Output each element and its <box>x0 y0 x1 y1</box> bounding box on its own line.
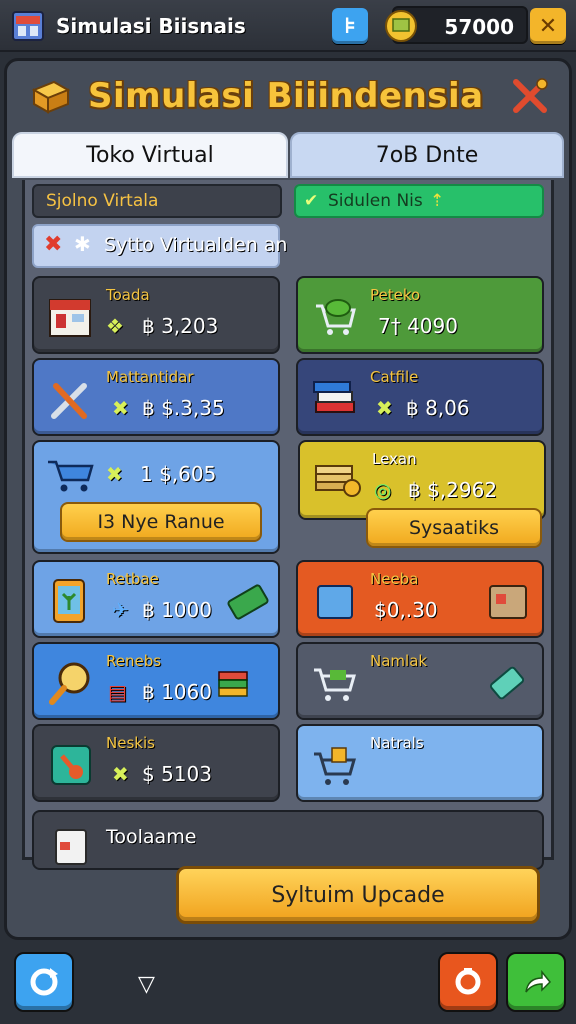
joystick-icon <box>51 745 91 785</box>
card-glyph: ❖ <box>106 314 124 338</box>
card-glyph: ✖ <box>376 396 393 420</box>
crossed-tools-icon[interactable] <box>508 74 552 118</box>
card-glyph: ✖ <box>112 396 129 420</box>
banner-title: Simulasi Biiindensia <box>88 76 484 116</box>
share-arrow-icon <box>525 969 552 993</box>
subheader-right[interactable]: ✔ Sidulen Nis ⇡ <box>294 184 544 218</box>
check-icon: ✔ <box>304 191 319 211</box>
tab-second[interactable]: 7oB Dnte <box>290 132 564 178</box>
shop-front-icon <box>49 299 91 337</box>
tab-label: Toko Virtual <box>86 142 214 168</box>
card-value: ฿ 1060 <box>142 680 212 704</box>
card-label: Natrals <box>370 734 424 752</box>
card-namlak[interactable]: Namlak <box>296 642 544 720</box>
subheader-left[interactable]: Sjolno Virtala <box>32 184 282 218</box>
arrow-up-icon: ⇡ <box>430 191 445 211</box>
blue-square-icon: ⊧ <box>344 13 356 39</box>
card-glyph: ✖ <box>112 762 129 786</box>
cash-box-icon <box>31 80 71 114</box>
close-icon: ✕ <box>538 13 558 39</box>
books-icon <box>313 381 355 413</box>
card-peteko[interactable]: Peteko 7† 4090 <box>296 276 544 354</box>
upgrade-button[interactable]: Syltuim Upcade <box>176 866 540 924</box>
share-button[interactable] <box>506 952 566 1012</box>
close-mark-icon[interactable]: ✖ <box>44 232 62 257</box>
box-icon <box>317 585 353 619</box>
card-value: ฿ 8,06 <box>406 396 470 420</box>
help-button[interactable]: ⊧ <box>332 8 368 44</box>
card-value: ฿ 1000 <box>142 598 212 622</box>
settings-icon[interactable]: ✱ <box>74 232 91 256</box>
cash-bill-icon <box>227 584 269 620</box>
tab-toko-virtual[interactable]: Toko Virtual <box>12 132 288 178</box>
wrench-tool-icon <box>51 383 87 419</box>
card-mattantidar[interactable]: Mattantidar ✖ ฿ $.3,35 <box>32 358 280 436</box>
card-toada[interactable]: Toada ❖ ฿ 3,203 <box>32 276 280 354</box>
app-title: Simulasi Biisnais <box>56 14 246 38</box>
cycle-button[interactable] <box>438 952 498 1012</box>
card-renebs[interactable]: Renebs ▤ ฿ 1060 <box>32 642 280 720</box>
card-value: ฿ 3,203 <box>142 314 219 338</box>
card-label: Renebs <box>106 652 162 670</box>
card-value: $ 5103 <box>142 762 212 786</box>
card-value: 1 $,605 <box>140 462 217 486</box>
ticket-icon <box>489 666 525 700</box>
card-neeba[interactable]: Neeba $0,.30 <box>296 560 544 638</box>
card-value: 7† 4090 <box>378 314 458 338</box>
card-glyph: ✈ <box>112 598 129 622</box>
card-label: Retbae <box>106 570 159 588</box>
coin-value: 57000 <box>444 15 514 39</box>
card-label: Toada <box>106 286 150 304</box>
card-neskis[interactable]: Neskis ✖ $ 5103 <box>32 724 280 802</box>
card-glyph: ▤ <box>108 680 127 704</box>
card-label: Mattantidar <box>106 368 194 386</box>
subheader-left-label: Sjolno Virtala <box>46 191 159 211</box>
tab-label: 7oB Dnte <box>375 142 479 168</box>
card-value: $0,.30 <box>374 598 438 622</box>
gold-coin-stack-icon <box>385 10 417 42</box>
card-catfile[interactable]: Catfile ✖ ฿ 8,06 <box>296 358 544 436</box>
card-glyph: ✖ <box>106 462 123 486</box>
refresh-button[interactable] <box>14 952 74 1012</box>
cart-icon <box>314 668 356 701</box>
cart-money-icon <box>316 299 356 335</box>
store-building-icon[interactable] <box>10 6 48 44</box>
tablet-plant-icon <box>53 579 85 623</box>
triangle-down-icon[interactable]: ▽ <box>138 972 155 997</box>
package-icon <box>489 585 527 619</box>
subheader-right-label: Sidulen Nis <box>328 191 423 211</box>
stack-icon <box>218 671 248 697</box>
card-label: Neskis <box>106 734 155 752</box>
cup-icon <box>55 829 87 865</box>
magnifier-icon <box>49 662 90 705</box>
card-action-button-left[interactable]: I3 Nye Ranue <box>60 502 262 542</box>
card-label: Lexan <box>372 450 417 468</box>
card-label: Peteko <box>370 286 421 304</box>
close-button[interactable]: ✕ <box>530 8 566 44</box>
money-stack-icon <box>315 465 361 497</box>
cycle-icon <box>455 968 481 995</box>
card-value: ฿ $,2962 <box>408 478 498 502</box>
card-value: ฿ $.3,35 <box>142 396 225 420</box>
refresh-icon <box>30 968 58 996</box>
card-retbae[interactable]: Retbae ✈ ฿ 1000 <box>32 560 280 638</box>
card-natrals[interactable]: Natrals <box>296 724 544 802</box>
bottom-card-label: Toolaame <box>106 826 197 848</box>
card-label: Namlak <box>370 652 428 670</box>
card-label: Catfile <box>370 368 419 386</box>
cart-gold-icon <box>314 747 356 785</box>
blue-cart-icon <box>48 460 94 492</box>
top-bar: Simulasi Biisnais ⊧ 57000 ✕ <box>0 0 576 52</box>
search-text: Sytto Virtualden an <box>104 234 288 256</box>
card-label: Neeba <box>370 570 419 588</box>
card-glyph: ◎ <box>374 478 392 502</box>
card-action-button-right[interactable]: Sysaatiks <box>366 508 542 548</box>
